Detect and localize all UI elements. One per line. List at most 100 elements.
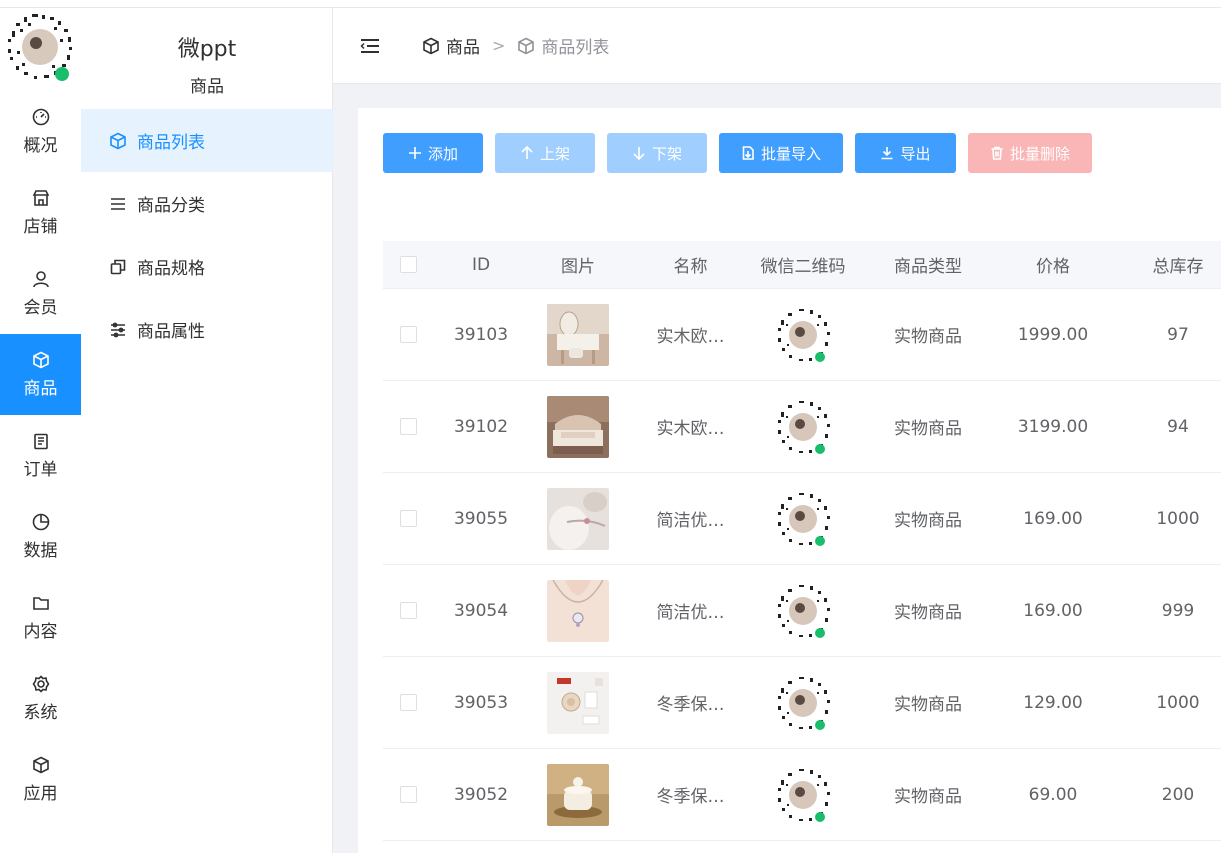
miniprogram-qr-logo[interactable] xyxy=(2,9,78,85)
gear-icon xyxy=(31,674,51,694)
select-all-checkbox[interactable] xyxy=(400,256,417,273)
wechat-qr-code[interactable] xyxy=(772,580,834,642)
table-row[interactable]: 39055 简洁优… 实物商品 169.00 1000 xyxy=(383,473,1221,565)
table-row[interactable]: 39052 冬季保… 实物商品 69.00 200 xyxy=(383,749,1221,841)
column-header: 图片 xyxy=(561,257,595,277)
product-image[interactable] xyxy=(547,395,609,458)
product-table: ID 图片 名称 微信二维码 商品类型 价格 总库存 39103 实木欧… 实物… xyxy=(383,241,1221,841)
table-row[interactable]: 39053 冬季保… 实物商品 129.00 1000 xyxy=(383,657,1221,749)
subnav-product-category[interactable]: 商品分类 xyxy=(81,172,333,235)
nav-products[interactable]: 商品 xyxy=(0,334,81,415)
nav-orders[interactable]: 订单 xyxy=(0,415,81,496)
product-id: 39055 xyxy=(453,508,509,529)
copy-icon xyxy=(109,258,127,276)
column-header: 微信二维码 xyxy=(760,257,846,277)
nav-overview[interactable]: 概况 xyxy=(0,91,81,172)
nav-label: 应用 xyxy=(23,784,58,804)
product-list-card: 添加 上架 下架 批量导入 导出 批量删除 ID 图片 名称 微信二维码 商品类… xyxy=(358,108,1221,853)
product-image[interactable] xyxy=(547,671,609,734)
nav-label: 订单 xyxy=(23,460,58,480)
section-title: 商品 xyxy=(190,77,224,97)
product-id: 39053 xyxy=(453,692,509,713)
toolbar: 添加 上架 下架 批量导入 导出 批量删除 xyxy=(383,133,1104,173)
product-price: 1999.00 xyxy=(1017,324,1089,345)
product-name: 实木欧… xyxy=(656,327,725,347)
product-id: 39103 xyxy=(453,324,509,345)
product-id: 39052 xyxy=(453,784,509,805)
export-button[interactable]: 导出 xyxy=(855,133,956,173)
product-type: 实物商品 xyxy=(894,695,962,715)
row-checkbox[interactable] xyxy=(400,418,417,435)
product-price: 129.00 xyxy=(1023,692,1083,713)
product-image[interactable] xyxy=(547,579,609,642)
subnav-label: 商品规格 xyxy=(137,259,205,279)
column-header: 商品类型 xyxy=(894,257,962,277)
breadcrumb: 商品 > 商品列表 xyxy=(422,33,609,58)
nav-label: 商品 xyxy=(23,379,58,399)
nav-system[interactable]: 系统 xyxy=(0,658,81,739)
arrow-up-icon xyxy=(520,146,534,160)
product-id: 39054 xyxy=(453,600,509,621)
plus-icon xyxy=(408,146,422,160)
nav-content[interactable]: 内容 xyxy=(0,577,81,658)
wechat-qr-code[interactable] xyxy=(772,672,834,734)
wechat-qr-code[interactable] xyxy=(772,488,834,550)
subnav-product-spec[interactable]: 商品规格 xyxy=(81,235,333,298)
product-image[interactable] xyxy=(547,303,609,366)
row-checkbox-cell xyxy=(383,418,434,435)
row-checkbox[interactable] xyxy=(400,602,417,619)
product-image-cell xyxy=(528,395,628,458)
menu-fold-icon[interactable] xyxy=(360,36,380,56)
row-checkbox[interactable] xyxy=(400,786,417,803)
product-stock: 200 xyxy=(1161,784,1195,805)
column-header[interactable]: 价格 xyxy=(1003,252,1103,277)
product-name: 冬季保… xyxy=(656,787,725,807)
column-header[interactable]: ID xyxy=(434,255,528,275)
product-image-cell xyxy=(528,579,628,642)
subnav-product-attr[interactable]: 商品属性 xyxy=(81,298,333,361)
list-icon xyxy=(109,195,127,213)
list-off-button[interactable]: 下架 xyxy=(607,133,707,173)
table-row[interactable]: 39102 实木欧… 实物商品 3199.00 94 xyxy=(383,381,1221,473)
row-checkbox[interactable] xyxy=(400,694,417,711)
list-off-label: 下架 xyxy=(651,144,682,163)
dashboard-icon xyxy=(31,107,51,127)
wechat-qr-code[interactable] xyxy=(772,764,834,826)
batch-import-button[interactable]: 批量导入 xyxy=(719,133,843,173)
nav-label: 内容 xyxy=(23,622,58,642)
table-row[interactable]: 39054 简洁优… 实物商品 169.00 999 xyxy=(383,565,1221,657)
nav-apps[interactable]: 应用 xyxy=(0,739,81,820)
nav-data[interactable]: 数据 xyxy=(0,496,81,577)
product-stock: 97 xyxy=(1167,324,1189,345)
pie-chart-icon xyxy=(31,512,51,532)
nav-shop[interactable]: 店铺 xyxy=(0,172,81,253)
wechat-qr-code[interactable] xyxy=(772,396,834,458)
product-image-cell xyxy=(528,303,628,366)
wechat-qr-code[interactable] xyxy=(772,304,834,366)
product-name: 冬季保… xyxy=(656,695,725,715)
list-on-button[interactable]: 上架 xyxy=(495,133,595,173)
product-image[interactable] xyxy=(547,487,609,550)
nav-members[interactable]: 会员 xyxy=(0,253,81,334)
column-header[interactable]: 总库存 xyxy=(1103,252,1221,277)
product-type: 实物商品 xyxy=(894,419,962,439)
breadcrumb-item[interactable]: 商品 xyxy=(422,33,480,58)
row-checkbox[interactable] xyxy=(400,326,417,343)
user-icon xyxy=(31,269,51,289)
nav-label: 会员 xyxy=(23,298,58,318)
subnav-product-list[interactable]: 商品列表 xyxy=(81,109,333,172)
nav-label: 系统 xyxy=(23,703,58,723)
select-all-cell xyxy=(383,256,434,273)
box-icon xyxy=(422,37,440,55)
box-icon xyxy=(31,755,51,775)
trash-icon xyxy=(990,146,1004,160)
add-button[interactable]: 添加 xyxy=(383,133,483,173)
breadcrumb-separator: > xyxy=(492,36,506,55)
product-type: 实物商品 xyxy=(894,511,962,531)
table-row[interactable]: 39103 实木欧… 实物商品 1999.00 97 xyxy=(383,289,1221,381)
primary-sidebar: 概况 店铺 会员 商品 订单 数据 内容 系统 应用 xyxy=(0,8,81,853)
product-image[interactable] xyxy=(547,763,609,826)
row-checkbox[interactable] xyxy=(400,510,417,527)
batch-delete-button[interactable]: 批量删除 xyxy=(968,133,1092,173)
row-checkbox-cell xyxy=(383,602,434,619)
